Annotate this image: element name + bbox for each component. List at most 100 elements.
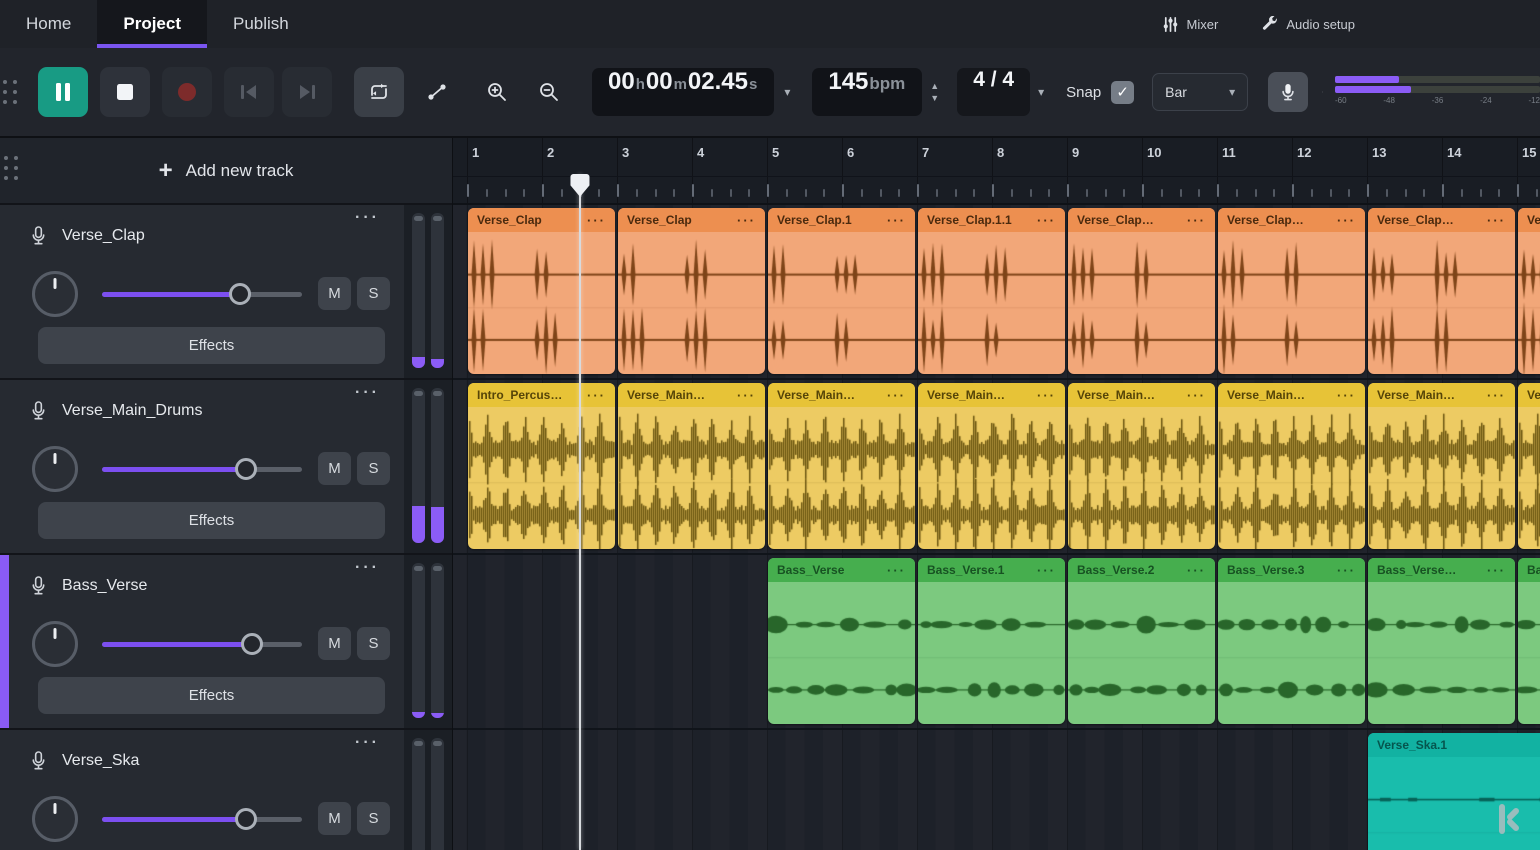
playhead-marker[interactable] [570, 174, 590, 198]
pan-knob[interactable] [32, 446, 78, 492]
audio-clip[interactable]: Bass_Verse.1··· [918, 558, 1065, 724]
volume-slider[interactable] [102, 458, 302, 480]
mute-button[interactable]: M [318, 802, 351, 835]
solo-button[interactable]: S [357, 452, 390, 485]
volume-slider[interactable] [102, 808, 302, 830]
clip-menu-button[interactable]: ··· [737, 213, 756, 228]
clip-menu-button[interactable]: ··· [1337, 213, 1356, 228]
audio-clip[interactable]: Verse_Clap…··· [1368, 208, 1515, 374]
clip-menu-button[interactable]: ··· [1037, 213, 1056, 228]
record-button[interactable] [162, 67, 212, 117]
audio-setup-button[interactable]: Audio setup [1262, 16, 1355, 32]
volume-slider-handle[interactable] [235, 808, 257, 830]
volume-slider-handle[interactable] [235, 458, 257, 480]
track-card[interactable]: ···Verse_Main_DrumsMSEffects [0, 380, 404, 555]
audio-clip[interactable]: Verse_Clap…··· [1068, 208, 1215, 374]
effects-button[interactable]: Effects [38, 677, 385, 714]
audio-clip[interactable]: Verse_Clap…··· [1218, 208, 1365, 374]
clip-menu-button[interactable]: ··· [887, 388, 906, 403]
clip-menu-button[interactable]: ··· [887, 563, 906, 578]
input-monitor-button[interactable] [1268, 72, 1308, 112]
clip-menu-button[interactable]: ··· [1487, 213, 1506, 228]
loop-button[interactable] [354, 67, 404, 117]
clip-menu-button[interactable]: ··· [587, 388, 606, 403]
automation-button[interactable] [412, 67, 462, 117]
clip-menu-button[interactable]: ··· [1337, 563, 1356, 578]
pause-button[interactable] [38, 67, 88, 117]
lane-verse-main-drums[interactable]: Intro_Percus…···Verse_Main…···Verse_Main… [452, 380, 1540, 555]
lane-verse-ska[interactable]: Verse_Ska.1··· [452, 730, 1540, 850]
clip-menu-button[interactable]: ··· [1337, 388, 1356, 403]
zoom-out-button[interactable] [524, 67, 574, 117]
lane-verse-clap[interactable]: Verse_Clap···Verse_Clap···Verse_Clap.1··… [452, 205, 1540, 380]
audio-clip[interactable]: Verse_Clap.1··· [768, 208, 915, 374]
time-signature-dropdown[interactable]: ▾ [1038, 85, 1044, 99]
audio-clip[interactable]: Verse_Main…··· [1368, 383, 1515, 549]
audio-clip[interactable]: Verse_Main…··· [1218, 383, 1365, 549]
clip-menu-button[interactable]: ··· [737, 388, 756, 403]
audio-clip[interactable]: Verse_…··· [1518, 383, 1540, 549]
timeline-ruler[interactable]: 123456789101112131415 [452, 138, 1540, 205]
stop-button[interactable] [100, 67, 150, 117]
audio-clip[interactable]: Verse_Main…··· [1068, 383, 1215, 549]
effects-button[interactable]: Effects [38, 327, 385, 364]
toolbar-drag-handle[interactable] [3, 80, 18, 105]
audio-clip[interactable]: Verse_Clap.1.1··· [918, 208, 1065, 374]
skip-to-start-button[interactable] [224, 67, 274, 117]
audio-clip[interactable]: Bass_Verse…··· [1368, 558, 1515, 724]
volume-slider[interactable] [102, 633, 302, 655]
clip-menu-button[interactable]: ··· [587, 213, 606, 228]
solo-button[interactable]: S [357, 627, 390, 660]
time-display[interactable]: 00h00m02.45s [592, 68, 774, 116]
tab-project[interactable]: Project [97, 0, 207, 48]
mixer-button[interactable]: Mixer [1162, 16, 1219, 33]
audio-clip[interactable]: Bass_V…··· [1518, 558, 1540, 724]
track-menu-button[interactable]: ··· [355, 384, 380, 402]
track-menu-button[interactable]: ··· [355, 734, 380, 752]
mute-button[interactable]: M [318, 627, 351, 660]
track-menu-button[interactable]: ··· [355, 559, 380, 577]
volume-slider[interactable] [102, 283, 302, 305]
audio-clip[interactable]: Verse_Clap··· [468, 208, 615, 374]
track-card[interactable]: ···Bass_VerseMSEffects [0, 555, 404, 730]
grid-unit-dropdown[interactable]: Bar ▾ [1152, 73, 1248, 111]
clip-menu-button[interactable]: ··· [1187, 563, 1206, 578]
add-new-track-button[interactable]: Add new track [186, 161, 294, 181]
audio-clip[interactable]: Intro_Percus…··· [468, 383, 615, 549]
audio-clip[interactable]: Verse_Clap…··· [1518, 208, 1540, 374]
audio-clip[interactable]: Verse_Main…··· [618, 383, 765, 549]
volume-slider-handle[interactable] [229, 283, 251, 305]
audio-clip[interactable]: Verse_Main…··· [768, 383, 915, 549]
audio-clip[interactable]: Verse_Main…··· [918, 383, 1065, 549]
tab-publish[interactable]: Publish [207, 0, 315, 48]
clip-menu-button[interactable]: ··· [1037, 388, 1056, 403]
track-card[interactable]: ···Verse_SkaMSEffects [0, 730, 404, 850]
track-card[interactable]: ···Verse_ClapMSEffects [0, 205, 404, 380]
audio-clip[interactable]: Verse_Clap··· [618, 208, 765, 374]
mute-button[interactable]: M [318, 452, 351, 485]
effects-button[interactable]: Effects [38, 502, 385, 539]
clip-menu-button[interactable]: ··· [1487, 563, 1506, 578]
track-menu-button[interactable]: ··· [355, 209, 380, 227]
clip-menu-button[interactable]: ··· [1187, 213, 1206, 228]
tab-home[interactable]: Home [0, 0, 97, 48]
time-signature-display[interactable]: 4 / 4 [957, 68, 1030, 116]
time-format-dropdown[interactable]: ▾ [784, 85, 790, 99]
clip-menu-button[interactable]: ··· [1037, 563, 1056, 578]
clip-menu-button[interactable]: ··· [1487, 388, 1506, 403]
audio-clip[interactable]: Bass_Verse.3··· [1218, 558, 1365, 724]
clip-menu-button[interactable]: ··· [1187, 388, 1206, 403]
skip-forward-button[interactable] [282, 67, 332, 117]
pan-knob[interactable] [32, 271, 78, 317]
clip-menu-button[interactable]: ··· [887, 213, 906, 228]
solo-button[interactable]: S [357, 802, 390, 835]
audio-clip[interactable]: Bass_Verse.2··· [1068, 558, 1215, 724]
bpm-decrease-button[interactable]: ▼ [930, 94, 939, 103]
lane-bass-verse[interactable]: Bass_Verse···Bass_Verse.1···Bass_Verse.2… [452, 555, 1540, 730]
snap-checkbox[interactable]: ✓ [1111, 81, 1134, 104]
bpm-increase-button[interactable]: ▲ [930, 82, 939, 91]
zoom-in-button[interactable] [472, 67, 522, 117]
speaker-icon[interactable] [1322, 82, 1323, 102]
pan-knob[interactable] [32, 796, 78, 842]
playhead-line[interactable] [579, 174, 581, 850]
